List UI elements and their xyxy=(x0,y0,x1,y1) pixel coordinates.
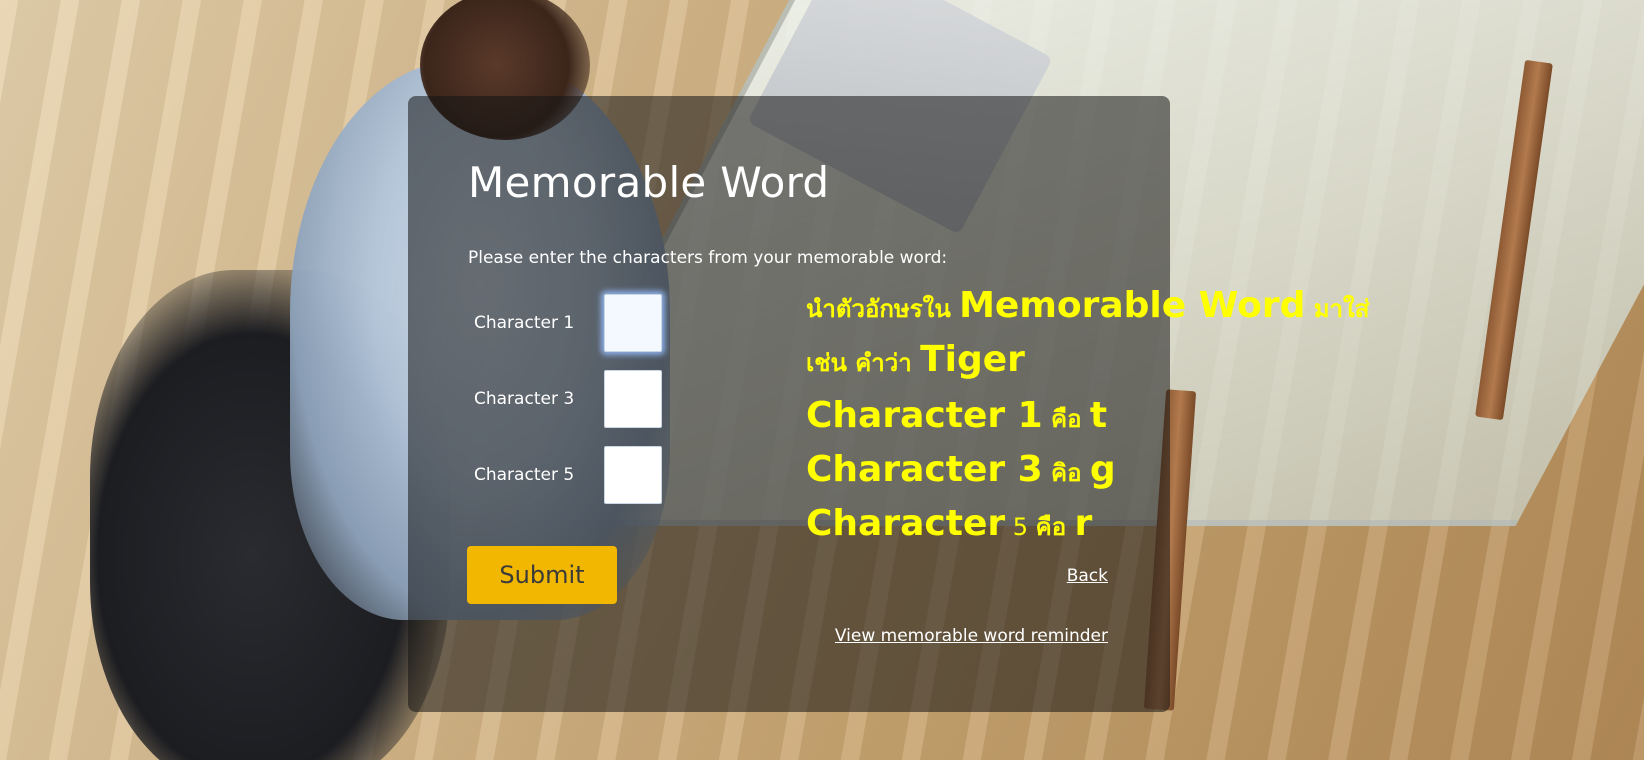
back-link[interactable]: Back xyxy=(1067,566,1108,586)
annotation-line-5: Character 5 คือ r xyxy=(806,506,1092,542)
annotation-line-1: นำตัวอักษรใน Memorable Word มาใส่ xyxy=(806,288,1369,324)
annotation-text: คือ xyxy=(1035,513,1075,541)
annotation-text: เช่น คำว่า xyxy=(806,349,921,377)
annotation-emphasis: Memorable Word xyxy=(959,285,1306,326)
annotation-text: คือ xyxy=(1042,405,1090,433)
character-3-row: Character 3 xyxy=(474,370,662,428)
annotation-emphasis: Character 3 xyxy=(806,449,1043,490)
character-5-row: Character 5 xyxy=(474,446,662,504)
character-3-input[interactable] xyxy=(604,370,662,428)
character-1-label: Character 1 xyxy=(474,313,575,333)
annotation-text: คิอ xyxy=(1042,459,1090,487)
annotation-value: g xyxy=(1089,449,1116,490)
page-title: Memorable Word xyxy=(468,158,830,207)
annotation-value: t xyxy=(1089,395,1108,436)
character-3-label: Character 3 xyxy=(474,389,575,409)
view-reminder-link[interactable]: View memorable word reminder xyxy=(835,626,1108,646)
annotation-line-4: Character 3 คิอ g xyxy=(806,452,1116,488)
annotation-text: นำตัวอักษรใน xyxy=(806,295,960,323)
annotation-emphasis: Character xyxy=(806,503,1006,544)
annotation-line-2: เช่น คำว่า Tiger xyxy=(806,342,1025,378)
annotation-text: มาใส่ xyxy=(1305,295,1370,323)
character-1-row: Character 1 xyxy=(474,294,662,352)
page-stage: Memorable Word Please enter the characte… xyxy=(0,0,1644,760)
annotation-emphasis: Character 1 xyxy=(806,395,1043,436)
character-5-input[interactable] xyxy=(604,446,662,504)
submit-button[interactable]: Submit xyxy=(467,546,617,604)
character-1-input[interactable] xyxy=(604,294,662,352)
instruction-text: Please enter the characters from your me… xyxy=(468,248,948,268)
annotation-number: 5 xyxy=(1005,513,1036,541)
annotation-line-3: Character 1 คือ t xyxy=(806,398,1107,434)
annotation-value: r xyxy=(1074,503,1093,544)
character-5-label: Character 5 xyxy=(474,465,575,485)
annotation-emphasis: Tiger xyxy=(920,339,1025,380)
